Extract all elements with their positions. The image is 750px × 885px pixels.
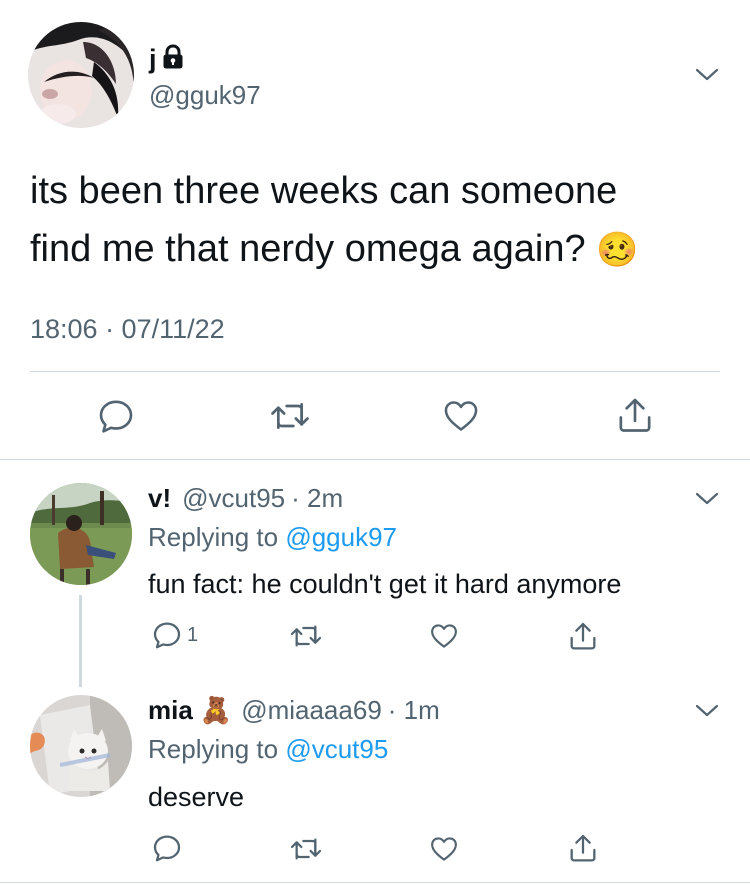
- main-tweet-display-name: j: [149, 43, 157, 74]
- reply-handle[interactable]: @miaaaa69: [241, 695, 382, 726]
- thread-line: [79, 595, 82, 687]
- main-tweet-text: its been three weeks can someone find me…: [30, 162, 639, 279]
- reply-avatar[interactable]: [30, 695, 132, 797]
- heart-icon[interactable]: [441, 397, 481, 435]
- reply-text: fun fact: he couldn't get it hard anymor…: [148, 569, 622, 599]
- main-tweet-handle[interactable]: @gguk97: [149, 80, 261, 111]
- reply-display-name[interactable]: mia: [148, 695, 193, 726]
- bottom-divider: [0, 882, 750, 883]
- replying-to-label: Replying to: [148, 734, 279, 764]
- reply-time[interactable]: · 1m: [388, 695, 440, 726]
- reply-handle[interactable]: @vcut95: [182, 483, 285, 514]
- reply-icon[interactable]: [96, 396, 136, 436]
- replying-to-label: Replying to: [148, 522, 279, 552]
- chevron-down-icon[interactable]: [694, 488, 720, 508]
- main-tweet-name-row[interactable]: j: [149, 42, 184, 76]
- replying-to-handle[interactable]: @vcut95: [285, 734, 388, 764]
- reply-icon[interactable]: [151, 619, 183, 651]
- divider: [30, 371, 720, 372]
- share-icon[interactable]: [567, 831, 599, 865]
- reply-icon[interactable]: [151, 832, 183, 864]
- heart-icon[interactable]: [428, 621, 460, 651]
- replying-to: Replying to @vcut95: [148, 734, 388, 765]
- reply-avatar[interactable]: [30, 483, 132, 585]
- reply-text: deserve: [148, 782, 245, 812]
- reply-count: 1: [187, 623, 199, 646]
- replying-to-handle[interactable]: @gguk97: [285, 522, 397, 552]
- main-tweet-timestamp[interactable]: 18:06 · 07/11/22: [30, 314, 225, 345]
- retweet-icon[interactable]: [288, 620, 324, 652]
- reply-action[interactable]: 1: [151, 619, 198, 651]
- lock-icon: [162, 43, 184, 75]
- reply-header: v! @vcut95 · 2m: [148, 480, 343, 516]
- main-tweet-text-line2: find me that nerdy omega again?: [30, 228, 586, 270]
- main-tweet-text-line: find me that nerdy omega again? 🥴: [30, 220, 639, 279]
- main-tweet-text-line: its been three weeks can someone: [30, 170, 618, 212]
- teddy-bear-emoji: 🧸: [199, 694, 233, 725]
- replying-to: Replying to @gguk97: [148, 522, 397, 553]
- chevron-down-icon[interactable]: [694, 700, 720, 720]
- share-icon[interactable]: [567, 619, 599, 653]
- section-divider: [0, 459, 750, 460]
- woozy-face-emoji: 🥴: [596, 231, 639, 269]
- chevron-down-icon[interactable]: [694, 64, 720, 84]
- reply-header: mia 🧸 @miaaaa69 · 1m: [148, 692, 440, 728]
- retweet-icon[interactable]: [268, 396, 312, 436]
- reply-display-name[interactable]: v!: [148, 483, 171, 514]
- heart-icon[interactable]: [428, 834, 460, 864]
- main-tweet-avatar[interactable]: [28, 22, 134, 128]
- reply-time[interactable]: · 2m: [291, 483, 343, 514]
- share-icon[interactable]: [615, 394, 655, 436]
- retweet-icon[interactable]: [288, 833, 324, 865]
